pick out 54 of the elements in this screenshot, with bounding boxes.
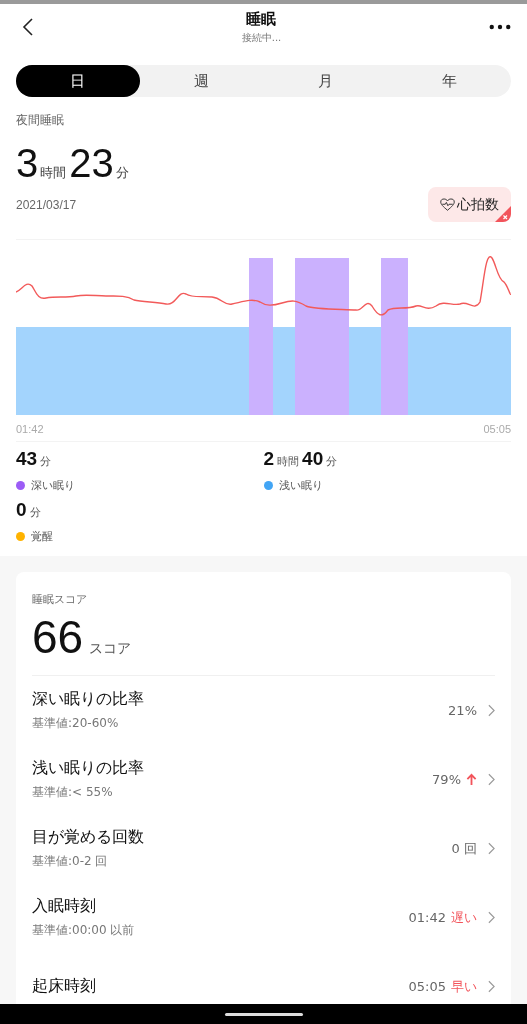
duration-unit: 分: [29, 505, 41, 520]
axis-label: 05:05: [483, 423, 511, 435]
metric-reference: 基準値:20-60%: [32, 715, 120, 732]
metric-reference: 基準値:0-2 回: [32, 853, 109, 870]
duration-unit: 時間: [40, 164, 67, 182]
duration-unit: 分: [326, 454, 338, 469]
metric-title: 入眠時刻: [32, 896, 97, 917]
metric-status: 早い: [451, 977, 477, 996]
duration-number: 40: [302, 448, 324, 470]
chevron-right-icon: [488, 980, 495, 993]
legend-label: 深い眠り: [31, 478, 75, 493]
metric-reference: 基準値:00:00 以前: [32, 922, 135, 939]
chevron-right-icon: [488, 842, 495, 855]
period-tab[interactable]: 年: [387, 65, 511, 97]
axis-label: 01:42: [16, 423, 44, 435]
legend-label: 浅い眠り: [278, 478, 323, 493]
connection-status: 接続中...: [241, 30, 282, 45]
legend-label: 覚醒: [31, 529, 53, 544]
section-label: 夜間睡眠: [16, 112, 65, 129]
score-unit: スコア: [89, 640, 132, 658]
chevron-right-icon: [488, 911, 495, 924]
home-indicator[interactable]: [224, 1012, 303, 1016]
metric-reference: 基準値:< 55%: [32, 784, 114, 801]
chevron-right-icon: [488, 704, 495, 717]
more-icon[interactable]: [489, 24, 511, 30]
metric-title: 深い眠りの比率: [32, 689, 144, 710]
metric-title: 起床時刻: [32, 976, 96, 997]
metric-status: 遅い: [451, 908, 477, 927]
duration-number: 43: [16, 448, 38, 470]
period-tab[interactable]: 週: [139, 65, 264, 97]
date: 2021/03/17: [16, 197, 77, 212]
duration-number: 3: [16, 143, 39, 183]
metric-title: 浅い眠りの比率: [32, 758, 144, 779]
chevron-right-icon: [488, 773, 495, 786]
duration-number: 0: [16, 499, 27, 521]
duration-number: 23: [69, 143, 114, 183]
metric-value: 01:42: [408, 910, 446, 925]
metric-value: 79%: [432, 772, 461, 787]
duration-unit: 分: [40, 454, 52, 469]
metric-value: 05:05: [408, 979, 446, 994]
duration-number: 2: [263, 448, 275, 470]
duration-unit: 分: [115, 164, 129, 182]
period-tab[interactable]: 月: [263, 65, 388, 97]
score-value: 66: [32, 613, 84, 661]
page-title: 睡眠: [246, 9, 277, 29]
heart-rate-chip[interactable]: 心拍数: [428, 187, 511, 222]
metric-value: 0 回: [451, 839, 477, 858]
duration-unit: 時間: [277, 454, 300, 469]
heart-pulse-icon: [440, 197, 455, 212]
metric-title: 目が覚める回数: [32, 827, 144, 848]
period-tab[interactable]: 日: [16, 65, 140, 97]
card-title: 睡眠スコア: [32, 592, 88, 607]
back-icon[interactable]: [22, 17, 34, 37]
metric-value: 21%: [448, 703, 477, 718]
